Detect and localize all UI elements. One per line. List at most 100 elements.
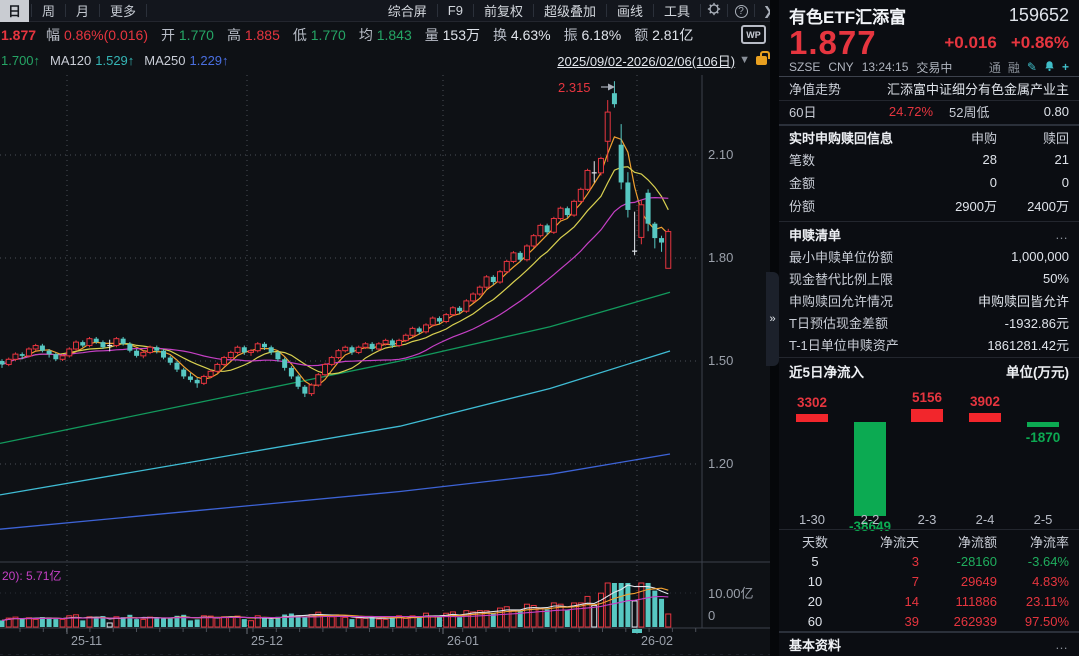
alert-bell-icon[interactable] bbox=[1044, 60, 1055, 75]
chart-canvas[interactable]: 2.31520): 5.71亿2.101.801.501.2010.00亿025… bbox=[0, 75, 770, 656]
subs-section-header: 实时申购赎回信息 bbox=[789, 128, 893, 147]
menu-item-综合屏[interactable]: 综合屏 bbox=[380, 0, 435, 22]
menu-divider bbox=[606, 4, 607, 17]
svg-text:1.20: 1.20 bbox=[708, 456, 733, 471]
stat-额: 额 2.81亿 bbox=[634, 25, 693, 45]
stat-开: 开 1.770 bbox=[161, 25, 214, 45]
help-icon[interactable]: ? bbox=[730, 3, 752, 18]
flow-cat-label: 2-3 bbox=[895, 512, 959, 527]
table-cell: 20 bbox=[789, 594, 841, 609]
panel-last-price: 1.877 bbox=[789, 24, 877, 62]
ma120-label: MA120 bbox=[50, 53, 91, 68]
svg-text:1.80: 1.80 bbox=[708, 250, 733, 265]
trading-terminal: 日周月更多 综合屏F9前复权超级叠加画线工具?❯ 1.877 幅 0.86%(0… bbox=[0, 0, 1079, 656]
menu-divider bbox=[653, 4, 654, 17]
table-cell: 5 bbox=[789, 554, 841, 569]
ma120-value: 1.529↑ bbox=[95, 53, 134, 68]
table-cell: 4.83% bbox=[997, 574, 1069, 589]
tag-通: 通 bbox=[989, 61, 1001, 75]
ma60-value: 1.700↑ bbox=[1, 53, 40, 68]
price-change: +0.016 bbox=[944, 33, 996, 53]
gear-icon[interactable] bbox=[703, 2, 725, 19]
date-range-text[interactable]: 2025/09/02-2026/02/06(106日) bbox=[557, 51, 735, 70]
edit-icon[interactable]: ✎ bbox=[1027, 60, 1037, 74]
tab-周[interactable]: 周 bbox=[34, 0, 63, 22]
tab-divider bbox=[146, 4, 147, 17]
svg-text:20): 5.71亿: 20): 5.71亿 bbox=[2, 568, 61, 583]
list-row-label: 最小申赎单位份额 bbox=[789, 247, 893, 266]
list-row-5: T-1日单位申赎资产1861281.42元 bbox=[789, 335, 1069, 354]
svg-text:25-12: 25-12 bbox=[251, 634, 283, 648]
menu-item-前复权[interactable]: 前复权 bbox=[476, 0, 531, 22]
stat-value: 1.770 bbox=[179, 27, 214, 43]
stat-量: 量 153万 bbox=[425, 25, 480, 45]
menu-divider bbox=[700, 4, 701, 17]
flow-cat-label: 2-5 bbox=[1011, 512, 1075, 527]
list-row-label: 申购赎回允许情况 bbox=[789, 291, 893, 310]
stat-label: 幅 bbox=[46, 27, 64, 43]
stat-低: 低 1.770 bbox=[293, 25, 346, 45]
flow-cat-label: 2-4 bbox=[953, 512, 1017, 527]
flows-unit: 单位(万元) bbox=[1006, 361, 1069, 381]
basic-info-more-button[interactable]: … bbox=[1055, 637, 1069, 652]
nav-trend-label[interactable]: 净值走势 bbox=[789, 79, 841, 98]
trading-status: 交易中 bbox=[916, 59, 952, 76]
svg-text:2.315: 2.315 bbox=[558, 80, 591, 95]
list-more-button[interactable]: … bbox=[1055, 227, 1069, 242]
stat-均: 均 1.843 bbox=[359, 25, 412, 45]
flow-value-label: 3302 bbox=[780, 395, 844, 410]
menu-item-工具[interactable]: 工具 bbox=[656, 0, 698, 22]
stat-高: 高 1.885 bbox=[227, 25, 280, 45]
subs-row-笔数: 笔数2821 bbox=[789, 150, 1069, 169]
flow-bar-2-2 bbox=[854, 422, 886, 516]
scroll-indicator[interactable] bbox=[632, 629, 642, 633]
flow-value-label: 3902 bbox=[953, 394, 1017, 409]
list-row-value: -1932.86元 bbox=[1005, 313, 1069, 332]
subs-value-subscribe: 28 bbox=[902, 152, 997, 167]
list-row-value: 申购赎回皆允许 bbox=[978, 291, 1069, 310]
panel-collapse-handle[interactable]: » bbox=[766, 272, 779, 366]
menu-item-画线[interactable]: 画线 bbox=[609, 0, 651, 22]
add-watchlist-icon[interactable]: + bbox=[1062, 60, 1069, 74]
low52-label: 52周低 bbox=[949, 102, 989, 121]
candlestick-chart[interactable]: 2.31520): 5.71亿2.101.801.501.2010.00亿025… bbox=[0, 75, 770, 656]
d60-label: 60日 bbox=[789, 102, 847, 121]
quote-stats-items: 幅 0.86%(0.016) 开 1.770 高 1.885 低 1.770 均 1.8… bbox=[46, 25, 706, 45]
flow-cat-label: 1-30 bbox=[780, 512, 844, 527]
stat-幅: 幅 0.86%(0.016) bbox=[46, 25, 148, 45]
flow-cat-label: 2-2 bbox=[838, 512, 902, 527]
ma250-label: MA250 bbox=[144, 53, 185, 68]
subs-row-label: 笔数 bbox=[789, 150, 815, 169]
table-row: 603926293997.50% bbox=[789, 611, 1069, 631]
top-toolbar: 日周月更多 综合屏F9前复权超级叠加画线工具?❯ bbox=[0, 0, 779, 22]
basic-info-header[interactable]: 基本资料 bbox=[789, 635, 841, 654]
table-row: 53-28160-3.64% bbox=[789, 551, 1069, 571]
chevron-down-icon[interactable]: ▼ bbox=[739, 54, 750, 66]
table-cell: -28160 bbox=[919, 554, 997, 569]
table-cell: 23.11% bbox=[997, 594, 1069, 609]
flow-bar-2-5 bbox=[1027, 422, 1059, 427]
unlock-icon[interactable] bbox=[756, 56, 767, 65]
tab-日[interactable]: 日 bbox=[0, 0, 29, 22]
list-row-value: 1,000,000 bbox=[1011, 249, 1069, 264]
menu-item-超级叠加[interactable]: 超级叠加 bbox=[536, 0, 604, 22]
tab-月[interactable]: 月 bbox=[68, 0, 97, 22]
svg-text:26-02: 26-02 bbox=[641, 634, 673, 648]
fund-code: 159652 bbox=[1009, 5, 1069, 26]
tab-更多[interactable]: 更多 bbox=[102, 0, 144, 22]
subs-row-label: 份额 bbox=[789, 196, 815, 215]
date-range-selector[interactable]: 2025/09/02-2026/02/06(106日) ▼ bbox=[557, 51, 779, 70]
subs-value-subscribe: 2900万 bbox=[902, 196, 997, 215]
table-cell: 净流率 bbox=[997, 532, 1069, 551]
subs-row-金额: 金额00 bbox=[789, 173, 1069, 192]
net-inflow-chart: 近5日净流入 单位(万元) 33021-30-386492-251562-339… bbox=[779, 360, 1079, 528]
wp-badge-icon[interactable]: WP bbox=[741, 25, 766, 44]
menu-item-F9[interactable]: F9 bbox=[440, 1, 471, 20]
table-cell: 29649 bbox=[919, 574, 997, 589]
tab-divider bbox=[65, 4, 66, 17]
period-tabs: 日周月更多 bbox=[0, 0, 149, 22]
list-row-3: 申购赎回允许情况 申购赎回皆允许 bbox=[789, 291, 1069, 310]
table-cell: 262939 bbox=[919, 614, 997, 629]
stat-label: 均 bbox=[359, 27, 377, 43]
stat-value: 1.770 bbox=[311, 27, 346, 43]
